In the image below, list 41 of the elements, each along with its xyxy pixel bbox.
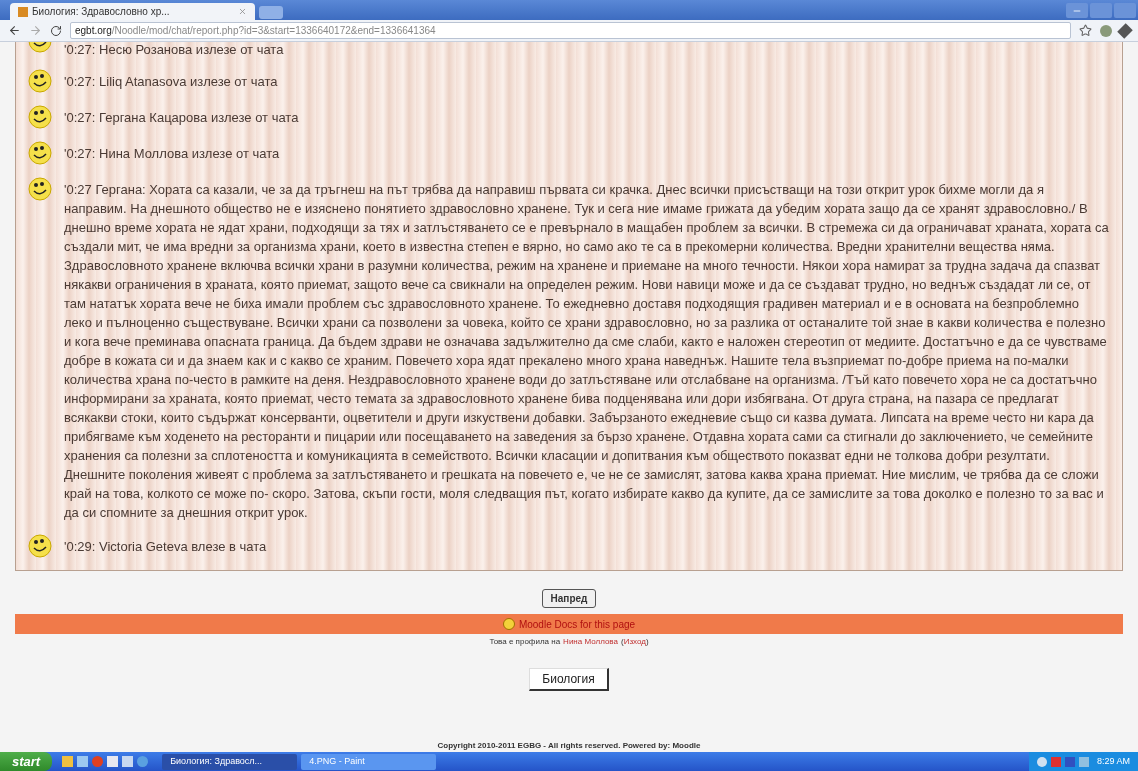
quick-launch-icon[interactable]	[77, 756, 89, 767]
smiley-icon	[28, 69, 52, 93]
star-icon[interactable]	[1079, 24, 1092, 37]
reload-icon[interactable]	[50, 24, 62, 37]
copyright-text: Copyright 2010-2011 EGBG - All rights reserved. Powered by: Moodle	[437, 740, 701, 752]
paren-text: )	[645, 636, 649, 648]
smiley-icon	[28, 177, 52, 201]
chat-message: '0:27: Нина Моллова излезе от чата	[64, 145, 280, 163]
tray-icon[interactable]	[1036, 756, 1047, 767]
tray-icon[interactable]	[1064, 756, 1075, 767]
browser-tab[interactable]: Биология: Здравословно хр...	[10, 3, 255, 20]
quick-launch-icon[interactable]	[62, 756, 74, 767]
tray-icon[interactable]	[1078, 756, 1089, 767]
login-info-text: Това е профила на	[489, 636, 561, 648]
smiley-icon	[28, 105, 52, 129]
clock-text: 8:29 AM	[1096, 754, 1130, 768]
chat-message: '0:27: Несю Розанова излезе от чата	[64, 42, 284, 57]
chat-message: '0:29: Victoria Geteva влезе в чата	[64, 538, 267, 556]
course-button[interactable]: Биология	[529, 668, 609, 691]
quick-launch-icon[interactable]	[107, 756, 119, 767]
tray-icon[interactable]	[1050, 756, 1061, 767]
close-tab-icon[interactable]	[238, 7, 247, 16]
next-button[interactable]: Напред	[541, 589, 597, 608]
forward-icon[interactable]	[29, 24, 42, 37]
start-button[interactable]: start	[0, 752, 53, 771]
quick-launch-icon[interactable]	[122, 756, 134, 767]
extension-icon[interactable]	[1100, 24, 1112, 37]
chat-message: '0:27 Гергана: Хората са казали, че за да тръгнеш на път трябва да направиш първата си крачка. Днес всички присъстващи на този открит урок бихме могли да я направим. На днешното общество не е изяснено понятието здравословно хранене. Тук и сега ние имаме грижата да убедим хората защо да се хранят здравословно./ В днешно време хората не ядат храни, подходящи за тях и затлъстяването се е превърнало в мащабен проблем за всички. В стремежа си да ограничават храната, хората са създали мит, че има вредни за организма храни, което в известна степен е вярно, но само ако те са в прекомерни количества. Вредни хранителни вещества няма. Здравословното хранене включва всички храни в разумни количества, режим на хранене и приемане на много течности. Някои хора намират за трудна задача да спазват някакви ограничения в храната, която приемат, защото вече са свикнали на определен режим. Нови навици може и да се създават трудно, но веднъж създадат ли се, от там нататък хората вече не биха имали проблем със здравословното хранене. То ежедневно доставя подходящия градивен материал и е в основата на безпроблемно леко и пълноценно съществуване. Всички храни са позволени за човека, който се храни здравословно, но за разлика от останалите той знае в какви количества е полезно и кога вече преминава опасната граница. Да бъдем здрави не означава задължително да сме слаби, както е наложен стереотип от медиите. Достатъчно е да се чувстваме добре в кожата си и да знаем как и с какво се храним. Повечето хора ядат прекалено много храна наведнъж. Нашите тела възприемат по-добре приема на по-малки количества храна по-често в рамките на деня. Нездравословното хранене води до затлъстяване или отслабване на организма. /Тъй като повечето хора не са достатъчно информирани за храната, която приемат, често темата за здравословното хранене бива подценявана или дори избягвана. От друга страна, на пазара се предлагат всякакви стоки, които съдържат консерванти, оцветители и други изкуствени добавки. Забързаното ежедневие също си казва думата. Липсата на време често ни кара да прибягваме към ходенето на ресторанти и пицарии или посещаването на заведения за бързо хранене. Отдавна хората сами са стигнали до заключението, че семейните хранения са полезни за сплотеността и комуникацията в семейството. Всички класации и допитвания към обществото показват едни не толкова добри резултати. Днешните поколения живеят с проблема за затлъстяването и грешката на повечето е, че не се замислят, затова каква храна приемат. Ние мислим, че трябва да се сложи край на това, колкото се може по- скоро. Затова, скъпи гости, моля следващия път, когато избирате какво да купите, да се замислите за това доколко е полезно то за вас и да си спомните за днешния открит урок.	[64, 181, 1110, 522]
user-profile-link[interactable]: Нина Моллова	[563, 636, 618, 648]
taskbar-task[interactable]: Биология: Здравосл...	[162, 753, 298, 770]
paren-text: (	[620, 636, 624, 648]
chat-message: '0:27: Гергана Кацарова излезе от чата	[64, 109, 299, 127]
info-icon	[502, 618, 515, 630]
minimize-button[interactable]	[1066, 3, 1088, 18]
quick-launch-icon[interactable]	[137, 756, 149, 767]
chat-message: '0:27: Liliq Atanasova излезе от чата	[64, 73, 278, 91]
back-icon[interactable]	[8, 24, 21, 37]
address-bar[interactable]: egbt.org/Noodle/mod/chat/report.php?id=3&start=1336640172&end=1336641364	[70, 22, 1071, 39]
smiley-icon	[28, 534, 52, 558]
new-tab-button[interactable]	[259, 6, 283, 19]
smiley-icon	[28, 141, 52, 165]
